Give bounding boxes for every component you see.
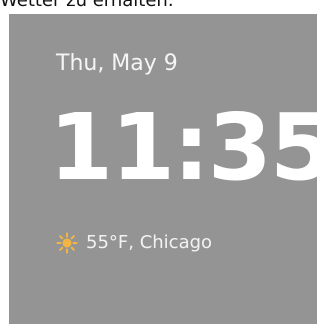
time-display: 11:35 [49,94,317,201]
sun-icon [56,232,78,254]
date-label: Thu, May 9 [56,51,178,76]
page: Wetter zu erhalten. Thu, May 9 11:35 55°… [0,0,325,324]
partial-caption-text: Wetter zu erhalten. [0,0,174,11]
weather-summary: 55°F, Chicago [86,232,213,253]
clock-weather-widget[interactable]: Thu, May 9 11:35 55°F, Chicago [9,14,317,324]
weather-row: 55°F, Chicago [56,230,212,256]
